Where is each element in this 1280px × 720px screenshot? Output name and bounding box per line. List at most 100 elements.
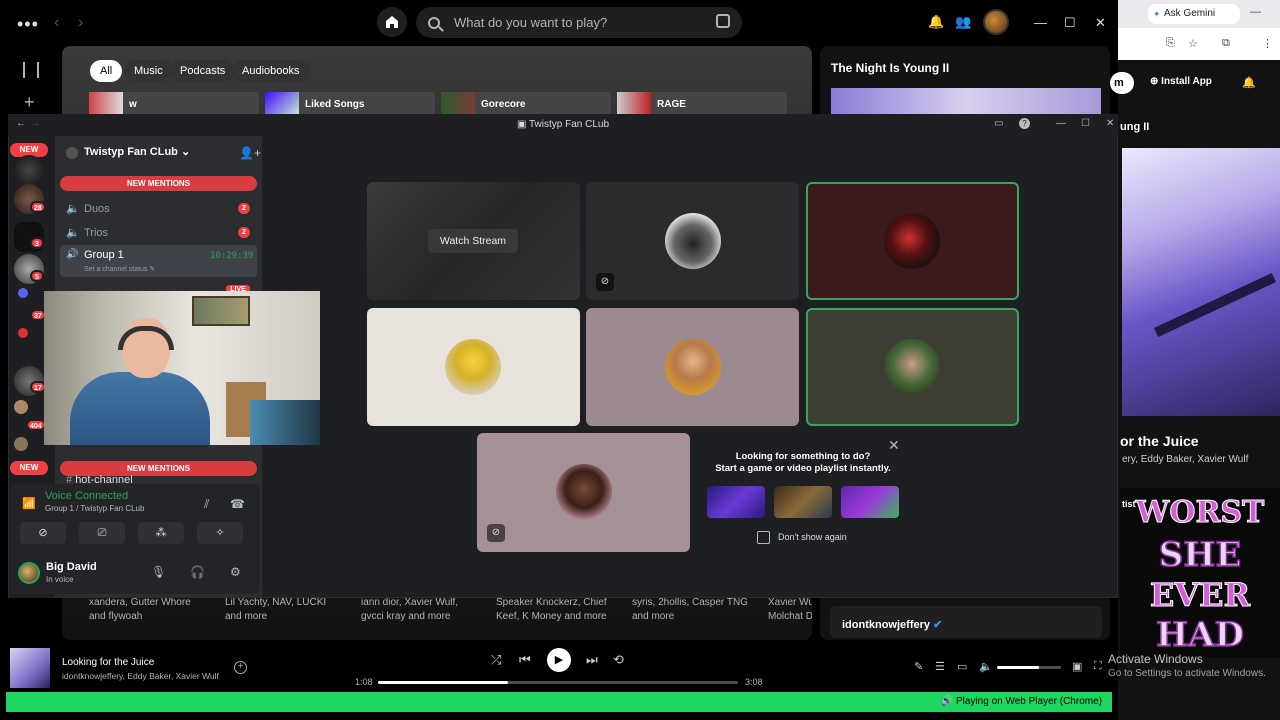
invite-people-icon[interactable]: 👤+: [239, 146, 261, 160]
add-to-library-icon[interactable]: +: [234, 661, 247, 674]
close-icon[interactable]: ✕: [1095, 15, 1106, 31]
panel-cover-art: [831, 88, 1101, 116]
voice-connected-label[interactable]: Voice Connected: [45, 490, 128, 502]
quick-item[interactable]: Gorecore: [441, 92, 611, 116]
home-button[interactable]: [377, 7, 407, 37]
install-app-button[interactable]: ⊕ Install App: [1150, 76, 1212, 87]
soundboard-button[interactable]: ✧: [197, 522, 243, 544]
next-icon[interactable]: ⏭: [586, 652, 598, 668]
shuffle-icon[interactable]: ⤮: [491, 652, 501, 668]
volume-fill: [997, 666, 1039, 669]
gear-icon[interactable]: ⚙: [230, 565, 241, 579]
quick-item[interactable]: RAGE: [617, 92, 787, 116]
back-arrow-icon[interactable]: ‹: [54, 14, 59, 32]
avatar[interactable]: [983, 9, 1009, 35]
extensions-icon[interactable]: ⧉: [1222, 37, 1230, 50]
forward-arrow-icon[interactable]: ›: [78, 14, 83, 32]
activity-thumbnail[interactable]: [707, 486, 765, 518]
browse-icon[interactable]: [716, 14, 730, 28]
more-menu-icon[interactable]: •••: [17, 14, 39, 35]
queue-icon[interactable]: ☰: [935, 660, 945, 673]
avatar[interactable]: [18, 562, 40, 584]
toolbar: [1118, 28, 1280, 60]
server-name-dropdown[interactable]: Twistyp Fan CLub ⌄: [66, 145, 190, 158]
card-artists: iann dior, Xavier Wulf, gvcci kray and mo…: [361, 597, 459, 622]
chip-audiobooks[interactable]: Audiobooks: [232, 60, 310, 82]
minimize-icon[interactable]: —: [1056, 118, 1066, 129]
menu-icon[interactable]: ⋮: [1262, 37, 1273, 50]
microphone-icon[interactable]: 🎙: [151, 565, 166, 579]
miniplayer-icon[interactable]: ▣: [1072, 660, 1082, 673]
play-button[interactable]: ▶: [547, 648, 571, 672]
bookmark-star-icon[interactable]: ☆: [1188, 37, 1198, 50]
chip-podcasts[interactable]: Podcasts: [170, 60, 236, 82]
server-icon[interactable]: [18, 288, 28, 298]
back-arrow-icon[interactable]: ←: [16, 118, 26, 129]
disconnect-icon[interactable]: ☎: [230, 497, 245, 511]
new-unreads-badge[interactable]: NEW: [10, 461, 48, 475]
minimize-icon[interactable]: —: [1034, 15, 1047, 30]
screen-share-button[interactable]: ⎚: [79, 522, 125, 544]
pencil-icon[interactable]: ✎: [914, 660, 923, 673]
new-mentions-bar[interactable]: NEW MENTIONS: [60, 176, 257, 191]
maximize-icon[interactable]: ☐: [1081, 118, 1090, 129]
activity-thumbnail[interactable]: [841, 486, 899, 518]
volume-slider[interactable]: [997, 666, 1061, 669]
activities-button[interactable]: ⁂: [138, 522, 184, 544]
channel-duos[interactable]: 🔈 Duos: [66, 202, 110, 215]
channel-status-input[interactable]: Set a channel status ✎: [84, 265, 155, 273]
fullscreen-icon[interactable]: ⛶: [1094, 660, 1102, 673]
signal-icon[interactable]: 📶: [22, 497, 36, 510]
friends-icon[interactable]: 👥: [955, 14, 971, 30]
server-icon[interactable]: [14, 155, 44, 185]
dont-show-again-checkbox[interactable]: [757, 531, 770, 544]
search-input[interactable]: What do you want to play?: [416, 7, 742, 38]
library-icon[interactable]: [23, 62, 39, 78]
now-playing-title[interactable]: Looking for the Juice: [62, 657, 154, 668]
device-banner-label: Playing on Web Player (Chrome): [956, 696, 1102, 707]
server-icon[interactable]: [18, 328, 28, 338]
server-icon[interactable]: [14, 437, 28, 451]
server-mention-badge: 3: [30, 237, 44, 249]
quick-item[interactable]: Liked Songs: [265, 92, 435, 116]
maximize-icon[interactable]: ☐: [1064, 15, 1076, 31]
artist-card-name: idontknowjeffery ✔: [842, 619, 943, 631]
camera-off-button[interactable]: ⊘: [20, 522, 66, 544]
repeat-icon[interactable]: ⟲: [613, 652, 624, 668]
now-playing-artists[interactable]: idontknowjeffery, Eddy Baker, Xavier Wul…: [62, 671, 219, 681]
track-artists: ery, Eddy Baker, Xavier Wulf: [1122, 454, 1249, 465]
channel-name: Group 1: [84, 249, 124, 261]
headphones-icon[interactable]: 🎧: [190, 565, 205, 579]
inbox-icon[interactable]: ▭: [994, 118, 1003, 129]
server-icon[interactable]: [14, 400, 28, 414]
now-playing-cover[interactable]: [10, 648, 50, 688]
device-banner[interactable]: 🔊 Playing on Web Player (Chrome): [6, 692, 1112, 712]
help-icon[interactable]: ?: [1019, 118, 1030, 129]
voice-channel-path[interactable]: Group 1 / Twistyp Fan CLub: [45, 504, 144, 513]
webcam-clutter: [250, 400, 320, 445]
progress-bar[interactable]: [378, 681, 738, 684]
noise-suppression-icon[interactable]: ⫽: [204, 497, 209, 512]
tab-ask-gemini[interactable]: Ask Gemini: [1148, 4, 1240, 24]
activity-thumbnail[interactable]: [774, 486, 832, 518]
device-icon[interactable]: ▭: [957, 660, 967, 673]
create-plus-icon[interactable]: +: [24, 92, 35, 113]
cast-icon[interactable]: ⎘: [1166, 37, 1175, 50]
close-icon[interactable]: ✕: [1106, 118, 1114, 129]
previous-icon[interactable]: ⏮: [519, 652, 531, 668]
card-artists: xandera, Gutter Whore and flywoah: [89, 597, 191, 622]
watch-stream-button[interactable]: Watch Stream: [428, 229, 518, 253]
bell-icon[interactable]: 🔔: [928, 14, 944, 30]
chip-music[interactable]: Music: [124, 60, 173, 82]
channel-trios[interactable]: 🔈 Trios: [66, 226, 108, 239]
premium-button[interactable]: m: [1110, 72, 1134, 94]
chip-all[interactable]: All: [90, 60, 123, 82]
volume-icon[interactable]: 🔈: [979, 660, 993, 673]
forward-arrow-icon[interactable]: →: [30, 118, 40, 129]
quick-item[interactable]: w: [89, 92, 259, 116]
dont-show-again-label[interactable]: Don't show again: [778, 532, 847, 542]
minimize-icon[interactable]: —: [1250, 6, 1261, 18]
bell-icon[interactable]: 🔔: [1242, 76, 1256, 89]
username[interactable]: Big David: [46, 561, 97, 573]
deafened-icon: ⊘: [487, 524, 505, 542]
